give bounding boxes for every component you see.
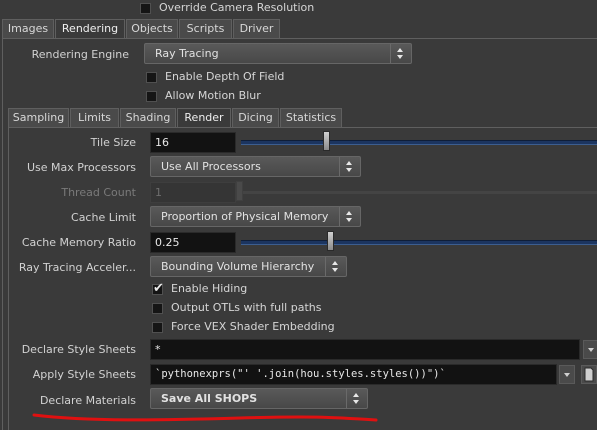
cache-memory-ratio-field[interactable]: 0.25 [150,232,236,253]
enable-dof-label: Enable Depth Of Field [165,70,285,83]
force-vex-checkbox[interactable] [152,322,163,333]
use-max-processors-menu[interactable]: Use All Processors [150,156,361,177]
output-otls-checkbox[interactable] [152,303,163,314]
tab-driver[interactable]: Driver [233,19,280,38]
apply-style-sheets-dropdown-icon[interactable] [559,365,575,384]
thread-count-slider-handle [236,181,243,201]
cache-limit-value: Proportion of Physical Memory [161,210,329,223]
force-vex-label: Force VEX Shader Embedding [171,320,335,333]
cache-memory-ratio-label: Cache Memory Ratio [21,236,136,249]
allow-motion-blur-label: Allow Motion Blur [165,89,261,102]
apply-style-sheets-field[interactable]: `pythonexprs("' '.join(hou.styles.styles… [150,364,557,385]
ray-tracing-accel-menu[interactable]: Bounding Volume Hierarchy [150,256,347,277]
use-max-processors-value: Use All Processors [161,160,261,173]
override-camera-resolution-label: Override Camera Resolution [159,1,315,14]
cache-limit-menu[interactable]: Proportion of Physical Memory [150,206,361,227]
rendering-engine-label: Rendering Engine [31,48,129,61]
apply-style-sheets-file-icon[interactable] [581,365,597,384]
cache-limit-label: Cache Limit [71,211,136,224]
enable-hiding-label: Enable Hiding [171,282,248,295]
rendering-engine-value: Ray Tracing [155,47,219,60]
use-max-processors-label: Use Max Processors [27,161,136,174]
cache-memory-ratio-slider-handle[interactable] [327,231,334,251]
red-underline-annotation [32,413,378,422]
tab-limits[interactable]: Limits [70,108,119,127]
cache-memory-ratio-slider-track[interactable] [241,240,597,245]
override-camera-resolution-checkbox[interactable] [140,3,151,14]
thread-count-label: Thread Count [61,186,136,199]
output-otls-label: Output OTLs with full paths [171,301,322,314]
rendering-engine-menu[interactable]: Ray Tracing [144,43,412,64]
thread-count-field: 1 [150,182,236,203]
declare-style-sheets-dropdown-icon[interactable] [583,340,597,359]
tab-sampling[interactable]: Sampling [8,108,69,127]
allow-motion-blur-checkbox[interactable] [146,91,157,102]
enable-hiding-checkbox[interactable] [152,281,164,296]
tab-render[interactable]: Render [177,108,231,127]
use-max-processors-arrows-icon [339,157,360,176]
tile-size-field[interactable]: 16 [150,132,236,153]
enable-dof-checkbox[interactable] [146,72,157,83]
rendering-engine-arrows-icon [390,44,411,63]
tab-statistics[interactable]: Statistics [280,108,342,127]
tab-objects[interactable]: Objects [126,19,178,38]
thread-count-slider-track [241,190,597,195]
tab-dicing[interactable]: Dicing [232,108,279,127]
ray-tracing-accel-label: Ray Tracing Acceler... [18,261,136,274]
tab-shading[interactable]: Shading [120,108,176,127]
declare-style-sheets-field[interactable]: * [150,339,580,360]
tile-size-slider-track[interactable] [241,140,597,145]
tile-size-slider-handle[interactable] [323,131,330,151]
apply-style-sheets-label: Apply Style Sheets [32,368,136,381]
tab-images[interactable]: Images [2,19,54,38]
file-icon [584,367,594,382]
cache-limit-arrows-icon [339,207,360,226]
tile-size-label: Tile Size [90,136,136,149]
ray-tracing-accel-arrows-icon [325,257,346,276]
ray-tracing-accel-value: Bounding Volume Hierarchy [161,260,315,273]
tab-scripts[interactable]: Scripts [179,19,232,38]
declare-style-sheets-label: Declare Style Sheets [21,343,136,356]
tab-rendering[interactable]: Rendering [55,19,125,38]
